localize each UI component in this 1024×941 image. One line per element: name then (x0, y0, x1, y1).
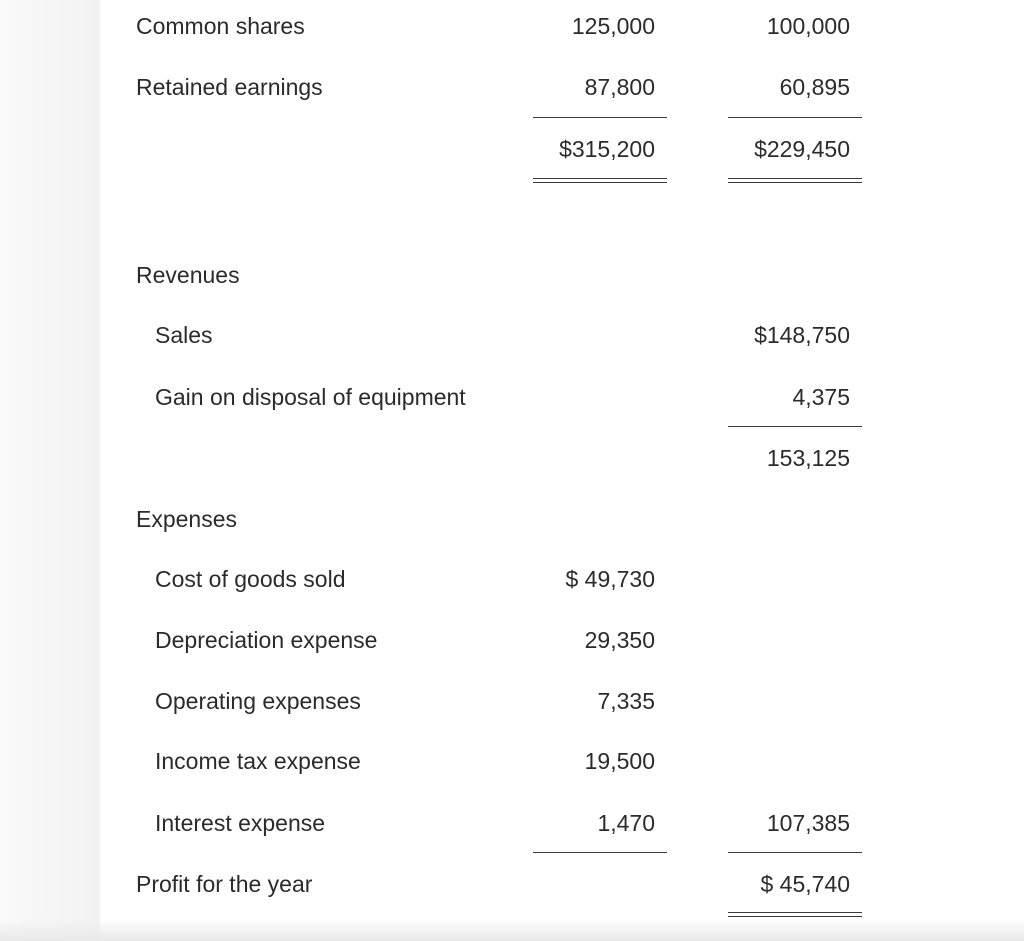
profit-value: $ 45,740 (760, 871, 850, 897)
double-underline-profit (728, 912, 862, 917)
total-col2: $229,450 (754, 136, 850, 162)
expenses-heading: Expenses (0, 499, 1024, 539)
underline-col1 (533, 117, 667, 118)
row-label: Interest expense (155, 810, 326, 836)
row-interest: Interest expense 1,470 107,385 (0, 803, 1024, 843)
row-label: Gain on disposal of equipment (155, 384, 466, 410)
page-bottom-edge (0, 919, 1024, 941)
row-label: Sales (155, 322, 213, 348)
underline-expenses-col1 (533, 852, 667, 853)
row-income-tax: Income tax expense 19,500 (0, 741, 1024, 781)
row-label: Cost of goods sold (155, 566, 346, 592)
underline-expenses-col2 (728, 852, 862, 853)
underline-revenues (728, 426, 862, 427)
section-heading: Expenses (136, 506, 238, 532)
value-col2: 100,000 (766, 13, 850, 39)
row-operating: Operating expenses 7,335 (0, 681, 1024, 721)
row-label: Depreciation expense (155, 627, 378, 653)
row-gain-disposal: Gain on disposal of equipment 4,375 (0, 377, 1024, 417)
value-col1: 29,350 (584, 627, 655, 653)
value-col1: 7,335 (597, 688, 655, 714)
value-col2: 4,375 (792, 384, 850, 410)
row-label: Operating expenses (155, 688, 361, 714)
total-col1: $315,200 (559, 136, 655, 162)
row-label: Common shares (136, 13, 305, 39)
value-col1: 87,800 (584, 74, 655, 100)
row-depreciation: Depreciation expense 29,350 (0, 620, 1024, 660)
value-col2: $148,750 (754, 322, 850, 348)
value-col1: $ 49,730 (565, 566, 655, 592)
row-retained-earnings: Retained earnings 87,800 60,895 (0, 67, 1024, 107)
double-underline-col2 (728, 178, 862, 183)
value-col1: 125,000 (571, 13, 655, 39)
row-total-equity: $315,200 $229,450 (0, 129, 1024, 169)
section-heading: Revenues (136, 262, 240, 288)
row-label: Retained earnings (136, 74, 323, 100)
total-expenses: 107,385 (766, 810, 850, 836)
row-total-revenues: 153,125 (0, 438, 1024, 478)
row-common-shares: Common shares 125,000 100,000 (0, 6, 1024, 46)
total-revenues: 153,125 (766, 445, 850, 471)
underline-col2 (728, 117, 862, 118)
value-col2: 60,895 (779, 74, 850, 100)
double-underline-col1 (533, 178, 667, 183)
row-sales: Sales $148,750 (0, 315, 1024, 355)
row-cogs: Cost of goods sold $ 49,730 (0, 559, 1024, 599)
revenues-heading: Revenues (0, 255, 1024, 295)
row-profit: Profit for the year $ 45,740 (0, 864, 1024, 904)
value-col1: 19,500 (584, 748, 655, 774)
row-label: Income tax expense (155, 748, 361, 774)
row-label: Profit for the year (136, 871, 313, 897)
value-col1: 1,470 (597, 810, 655, 836)
